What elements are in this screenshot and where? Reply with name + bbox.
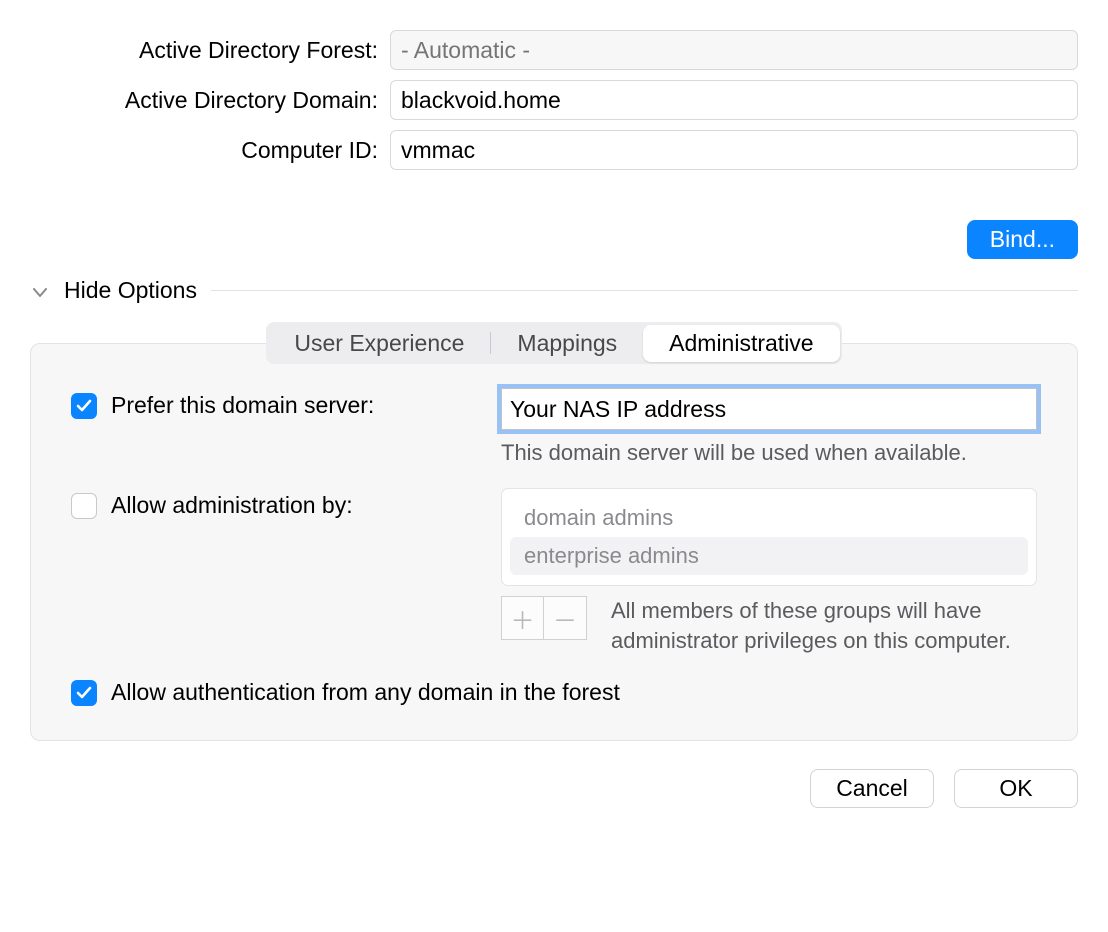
row-ad-forest: Active Directory Forest: xyxy=(30,30,1078,70)
computer-id-label: Computer ID: xyxy=(30,137,390,164)
list-item[interactable]: enterprise admins xyxy=(510,537,1028,575)
divider xyxy=(211,290,1078,291)
allow-any-domain-checkbox[interactable] xyxy=(71,680,97,706)
add-button[interactable]: ＋ xyxy=(502,597,544,639)
chevron-down-icon xyxy=(30,277,50,304)
row-computer-id: Computer ID: xyxy=(30,130,1078,170)
ok-button[interactable]: OK xyxy=(954,769,1078,808)
allow-admin-checkbox[interactable] xyxy=(71,493,97,519)
bind-button[interactable]: Bind... xyxy=(967,220,1078,259)
tab-mappings[interactable]: Mappings xyxy=(491,325,643,362)
check-icon xyxy=(76,686,92,700)
check-icon xyxy=(76,399,92,413)
ad-domain-label: Active Directory Domain: xyxy=(30,87,390,114)
prefer-server-checkbox[interactable] xyxy=(71,393,97,419)
prefer-server-input[interactable] xyxy=(501,388,1037,430)
tabs-segmented-control: User Experience Mappings Administrative xyxy=(266,322,841,364)
ad-forest-label: Active Directory Forest: xyxy=(30,37,390,64)
allow-admin-label: Allow administration by: xyxy=(111,492,353,519)
administrative-panel: Prefer this domain server: This domain s… xyxy=(30,343,1078,741)
tab-administrative[interactable]: Administrative xyxy=(643,325,839,362)
ad-forest-input xyxy=(390,30,1078,70)
allow-any-domain-label: Allow authentication from any domain in … xyxy=(111,679,620,706)
list-item[interactable]: domain admins xyxy=(510,499,1028,537)
ad-domain-input[interactable] xyxy=(390,80,1078,120)
prefer-server-label: Prefer this domain server: xyxy=(111,392,374,419)
hide-options-label: Hide Options xyxy=(64,277,197,304)
remove-button[interactable]: － xyxy=(544,597,586,639)
hide-options-toggle[interactable]: Hide Options xyxy=(30,277,1078,304)
prefer-server-help: This domain server will be used when ava… xyxy=(501,440,1037,466)
row-ad-domain: Active Directory Domain: xyxy=(30,80,1078,120)
plus-minus-stepper: ＋ － xyxy=(501,596,587,640)
computer-id-input[interactable] xyxy=(390,130,1078,170)
cancel-button[interactable]: Cancel xyxy=(810,769,934,808)
admin-groups-help: All members of these groups will have ad… xyxy=(611,596,1037,655)
admin-groups-list: domain admins enterprise admins xyxy=(501,488,1037,586)
tab-user-experience[interactable]: User Experience xyxy=(268,325,490,362)
